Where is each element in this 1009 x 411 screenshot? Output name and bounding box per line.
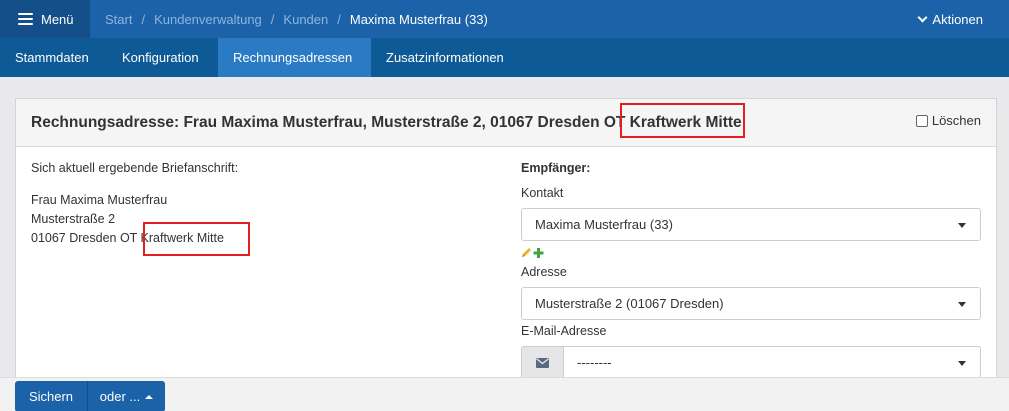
tab-konfiguration[interactable]: Konfiguration [107, 38, 214, 77]
letter-preview: Sich aktuell ergebende Briefanschrift: F… [31, 161, 238, 250]
actions-dropdown[interactable]: Aktionen [917, 0, 983, 38]
billing-address-panel: Rechnungsadresse: Frau Maxima Musterfrau… [15, 98, 997, 398]
letter-preview-label: Sich aktuell ergebende Briefanschrift: [31, 161, 239, 175]
delete-checkbox-group[interactable]: Löschen [915, 113, 981, 128]
menu-icon [18, 13, 33, 25]
tab-zusatzinformationen[interactable]: Zusatzinformationen [371, 38, 519, 77]
caret-down-icon [958, 223, 966, 228]
breadcrumb-start[interactable]: Start [105, 12, 132, 27]
more-options-button[interactable]: oder ... [87, 381, 165, 411]
menu-label: Menü [41, 11, 74, 27]
letter-line-name: Frau Maxima Musterfrau [31, 193, 168, 207]
email-select[interactable]: -------- [563, 346, 981, 379]
delete-checkbox[interactable] [915, 114, 928, 127]
address-select-value: Musterstraße 2 (01067 Dresden) [535, 296, 724, 311]
edit-pencil-icon[interactable] [522, 248, 531, 257]
letter-line-street: Musterstraße 2 [31, 212, 116, 226]
top-navigation-bar: Menü Start / Kundenverwaltung / Kunden /… [0, 0, 1009, 38]
email-label: E-Mail-Adresse [521, 324, 607, 338]
panel-header: Rechnungsadresse: Frau Maxima Musterfrau… [16, 99, 996, 147]
envelope-icon [536, 357, 549, 368]
contact-label: Kontakt [521, 186, 564, 200]
breadcrumb-kunden[interactable]: Kunden [283, 12, 328, 27]
edit-add-icons [522, 248, 544, 258]
tab-rechnungsadressen[interactable]: Rechnungsadressen [218, 38, 371, 77]
more-options-label: oder ... [99, 389, 141, 404]
menu-button[interactable]: Menü [0, 0, 90, 38]
caret-down-icon [958, 361, 966, 366]
contact-select-value: Maxima Musterfrau (33) [535, 217, 673, 232]
breadcrumb-kundenverwaltung[interactable]: Kundenverwaltung [154, 12, 262, 27]
panel-title: Rechnungsadresse: Frau Maxima Musterfrau… [31, 114, 742, 131]
caret-down-icon [958, 302, 966, 307]
recipient-label: Empfänger: [521, 161, 591, 175]
caret-up-icon [145, 394, 154, 399]
email-addon [521, 346, 564, 379]
add-plus-icon[interactable] [533, 248, 544, 258]
breadcrumb-separator: / [141, 11, 146, 27]
address-label: Adresse [521, 265, 567, 279]
breadcrumb-separator: / [270, 11, 275, 27]
chevron-down-icon [917, 12, 928, 22]
tab-bar: Stammdaten Konfiguration Rechnungsadress… [0, 38, 1009, 77]
actions-label: Aktionen [932, 11, 983, 27]
address-select[interactable]: Musterstraße 2 (01067 Dresden) [521, 287, 981, 320]
breadcrumb-separator: / [337, 11, 341, 27]
delete-label: Löschen [931, 113, 981, 128]
tab-stammdaten[interactable]: Stammdaten [0, 38, 104, 77]
letter-line-city: 01067 Dresden OT Kraftwerk Mitte [31, 231, 224, 245]
email-select-value: -------- [577, 355, 612, 370]
contact-select[interactable]: Maxima Musterfrau (33) [521, 208, 981, 241]
save-button[interactable]: Sichern [15, 381, 87, 411]
breadcrumb: Start / Kundenverwaltung / Kunden / Maxi… [105, 0, 488, 38]
breadcrumb-current: Maxima Musterfrau (33) [349, 11, 488, 27]
footer-bar: Sichern oder ... [0, 377, 1009, 411]
